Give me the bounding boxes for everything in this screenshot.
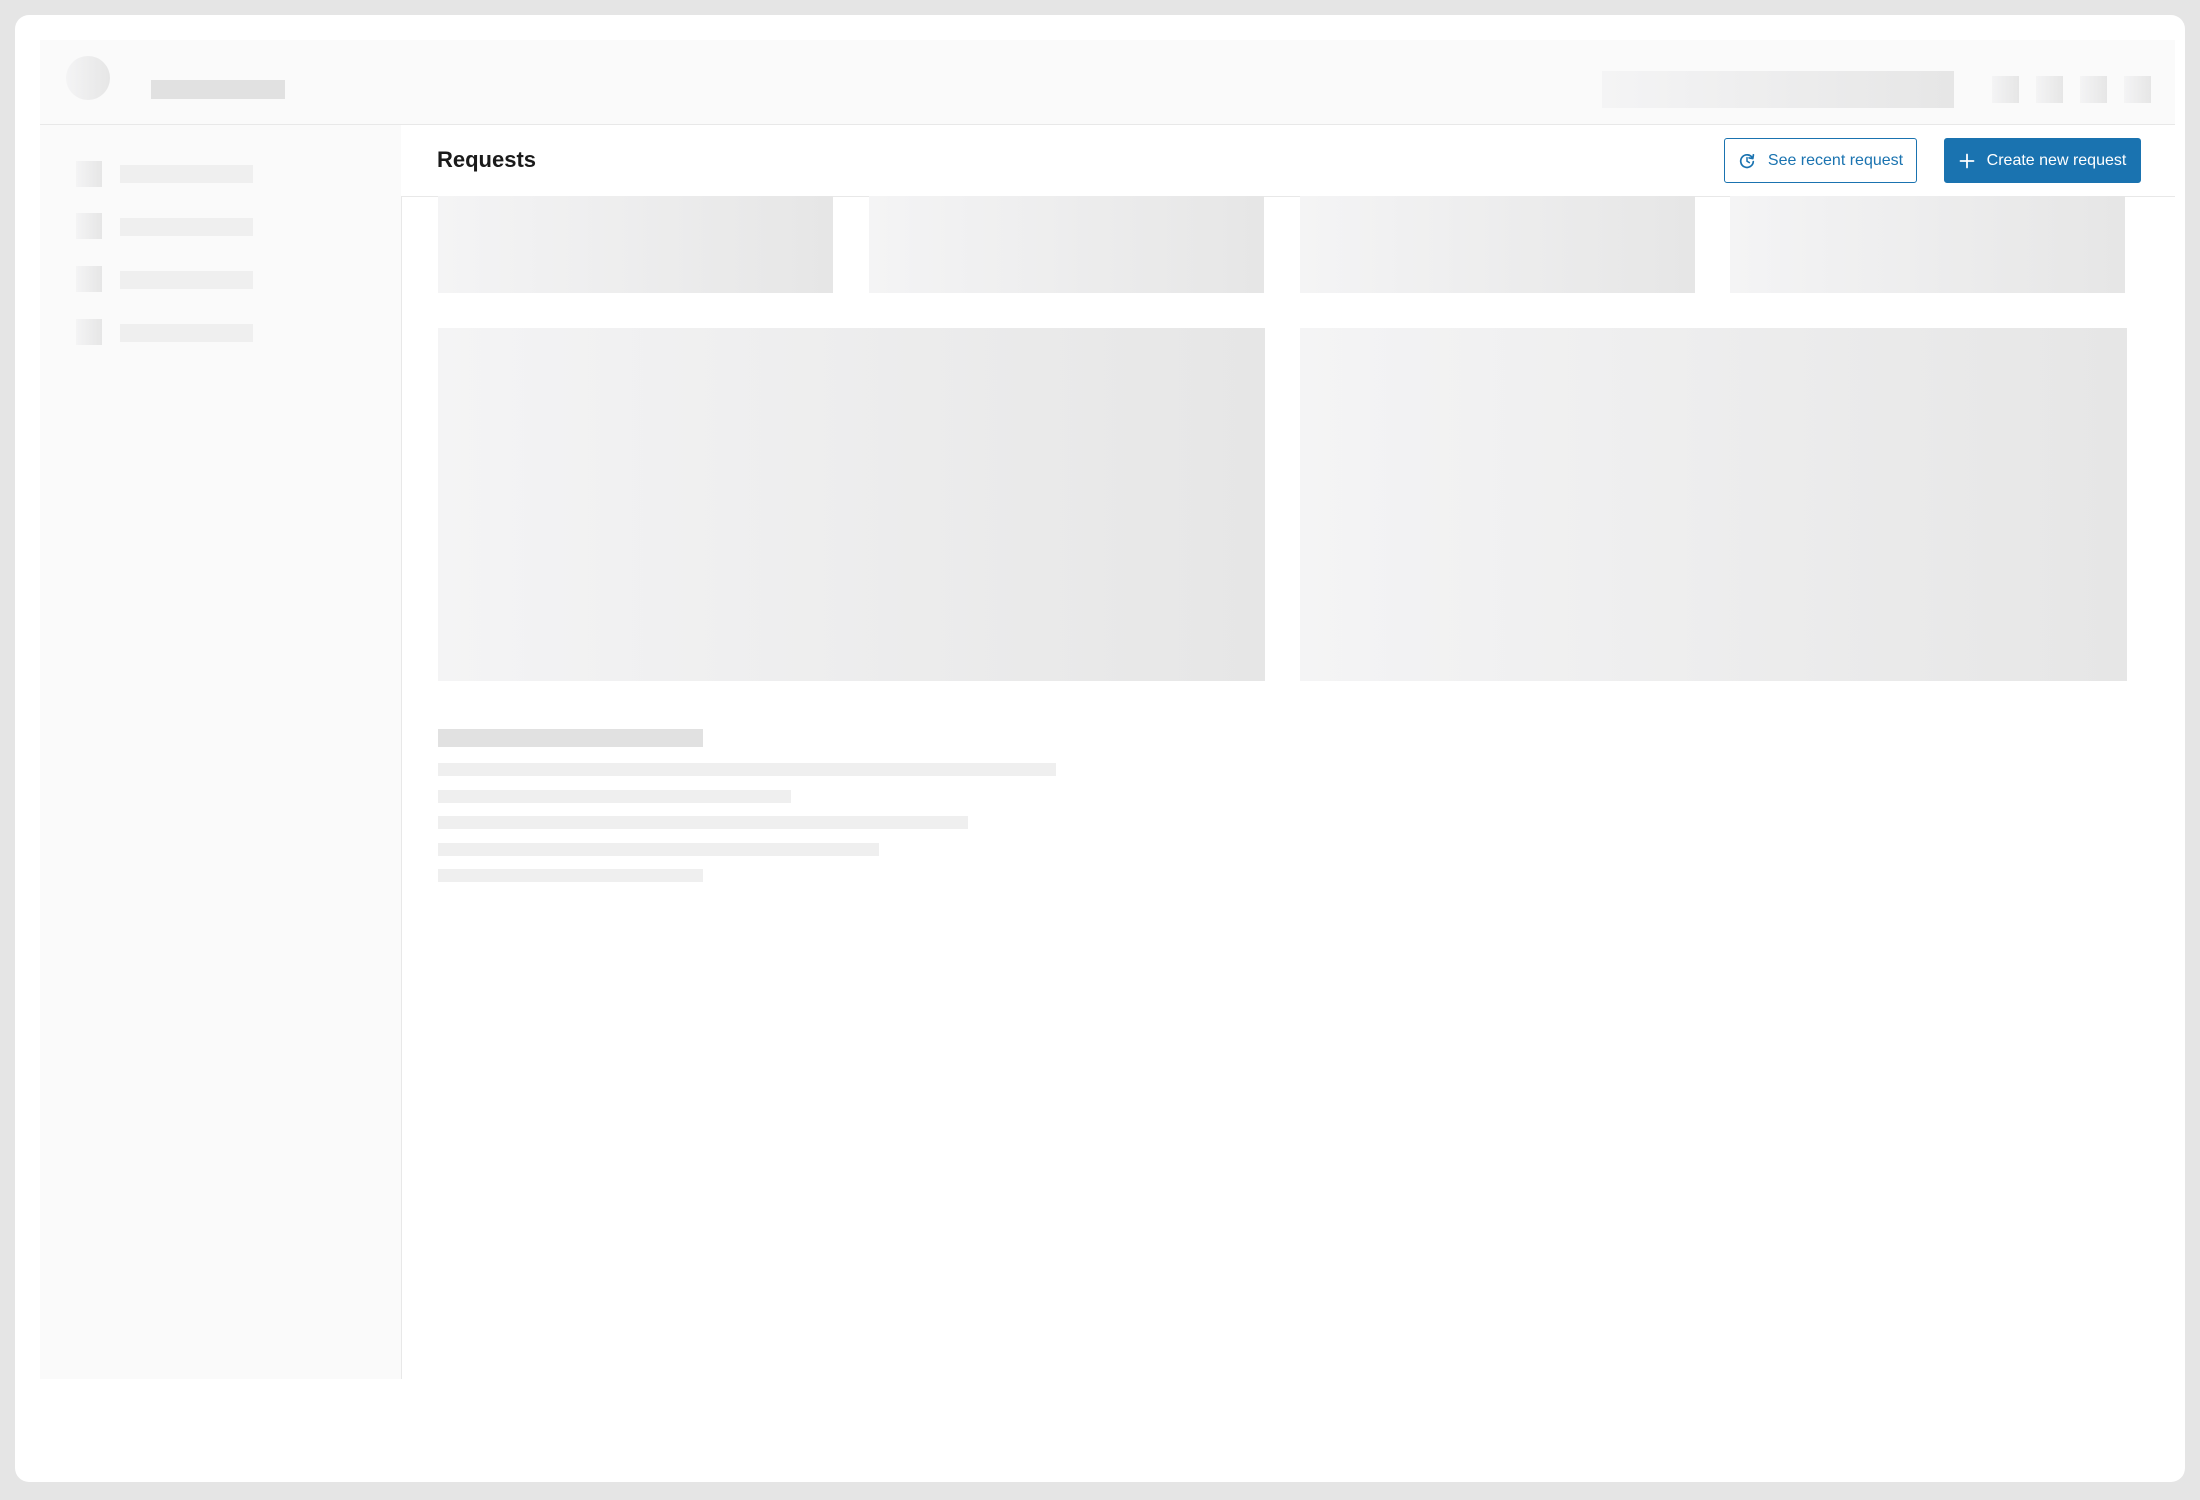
section-heading-placeholder [438, 729, 703, 747]
create-new-request-button[interactable]: Create new request [1944, 138, 2141, 183]
text-line-placeholder-1 [438, 763, 1056, 776]
sidebar-icon-placeholder-3 [76, 266, 102, 292]
plus-icon [1959, 153, 1975, 169]
top-bar [40, 40, 2175, 125]
panel-placeholder-right [1300, 328, 2127, 681]
sidebar-label-placeholder-2 [120, 218, 253, 236]
text-line-placeholder-5 [438, 869, 703, 882]
sidebar-icon-placeholder-4 [76, 319, 102, 345]
panel-placeholder-left [438, 328, 1265, 681]
logo-placeholder [66, 56, 110, 100]
top-icon-placeholder-1 [1992, 76, 2019, 103]
create-new-request-label: Create new request [1986, 151, 2127, 169]
sidebar-label-placeholder-1 [120, 165, 253, 183]
sidebar-label-placeholder-3 [120, 271, 253, 289]
text-line-placeholder-2 [438, 790, 791, 803]
page-header: Requests See recent request Create new r… [401, 125, 2175, 197]
top-icon-placeholder-2 [2036, 76, 2063, 103]
app-window: Requests See recent request Create new r… [15, 15, 2185, 1482]
sidebar-label-placeholder-4 [120, 324, 253, 342]
page-title: Requests [437, 147, 537, 172]
summary-card-placeholder-3 [1300, 196, 1695, 293]
search-placeholder [1602, 71, 1954, 108]
sidebar-icon-placeholder-1 [76, 161, 102, 187]
history-icon [1738, 152, 1756, 170]
summary-card-placeholder-4 [1730, 196, 2125, 293]
see-recent-request-label: See recent request [1767, 151, 1904, 169]
brand-name-placeholder [151, 80, 285, 99]
sidebar [40, 125, 402, 1379]
summary-card-placeholder-1 [438, 196, 833, 293]
see-recent-request-button[interactable]: See recent request [1724, 138, 1917, 183]
text-line-placeholder-4 [438, 843, 879, 856]
summary-card-placeholder-2 [869, 196, 1264, 293]
top-icon-placeholder-3 [2080, 76, 2107, 103]
top-icon-placeholder-4 [2124, 76, 2151, 103]
text-line-placeholder-3 [438, 816, 968, 829]
sidebar-icon-placeholder-2 [76, 213, 102, 239]
